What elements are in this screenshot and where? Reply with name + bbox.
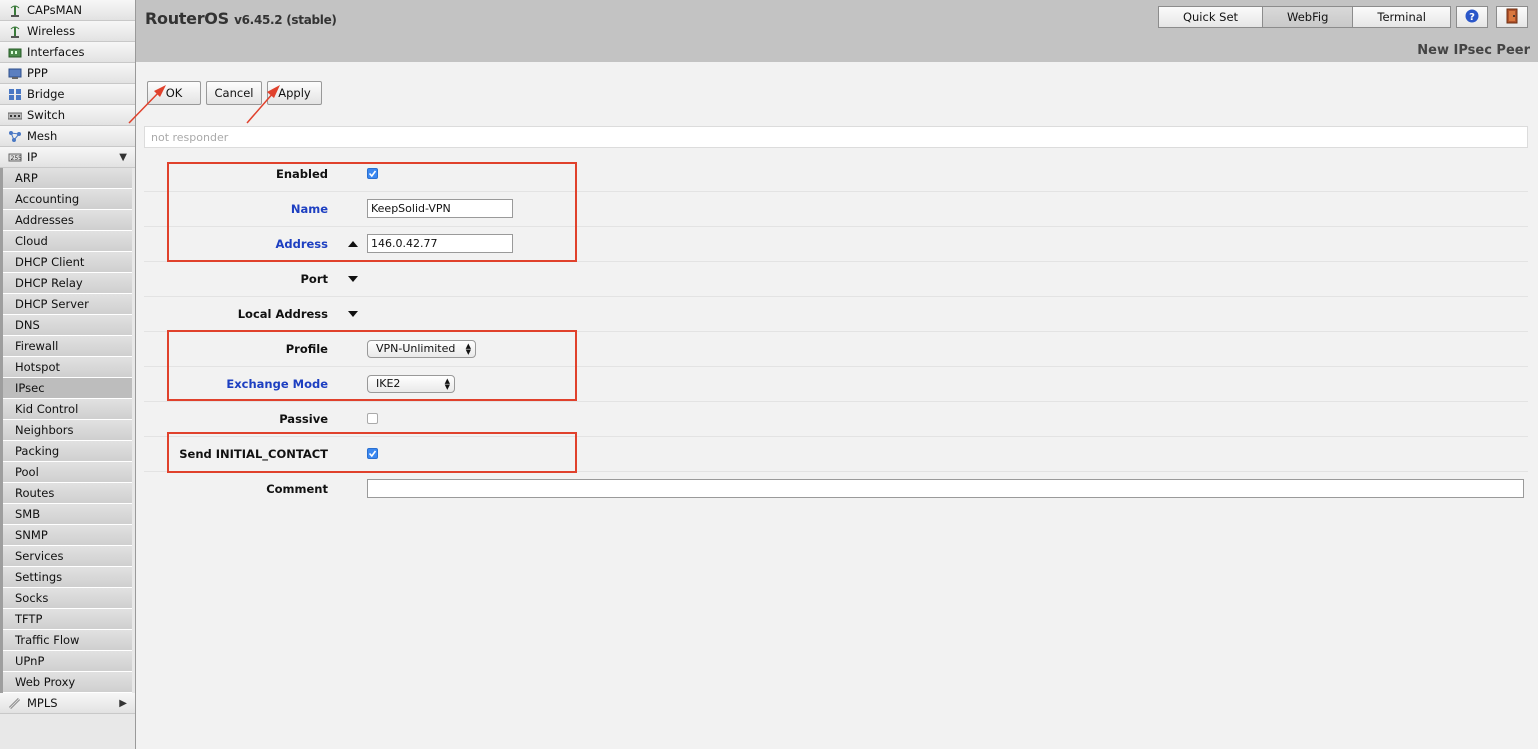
sidebar-item-label: Interfaces bbox=[27, 45, 85, 59]
annotation-box-enabled-name-address bbox=[167, 162, 577, 262]
annotation-arrow-apply bbox=[246, 85, 280, 124]
passive-label: Passive bbox=[279, 412, 328, 426]
sidebar-item-arp[interactable]: ARP bbox=[3, 168, 132, 189]
header-tabs: Quick Set WebFig Terminal bbox=[1157, 6, 1451, 28]
tab-terminal[interactable]: Terminal bbox=[1353, 6, 1451, 28]
comment-label: Comment bbox=[266, 482, 328, 496]
passive-checkbox[interactable] bbox=[367, 413, 378, 424]
ip-icon: 255 bbox=[8, 151, 22, 164]
sidebar-item-traffic-flow[interactable]: Traffic Flow bbox=[3, 630, 132, 651]
annotation-box-initial-contact bbox=[167, 432, 577, 473]
page-heading: New IPsec Peer bbox=[1417, 43, 1530, 58]
form-row-comment: Comment bbox=[144, 471, 1528, 506]
port-label: Port bbox=[300, 272, 329, 286]
sidebar-item-neighbors[interactable]: Neighbors bbox=[3, 420, 132, 441]
sidebar-item-firewall[interactable]: Firewall bbox=[3, 336, 132, 357]
sidebar-item-dhcp-client[interactable]: DHCP Client bbox=[3, 252, 132, 273]
expanded-arrow-icon: ▼ bbox=[119, 151, 127, 163]
sidebar-item-tftp[interactable]: TFTP bbox=[3, 609, 132, 630]
sidebar-item-hotspot[interactable]: Hotspot bbox=[3, 357, 132, 378]
sidebar-item-accounting[interactable]: Accounting bbox=[3, 189, 132, 210]
sidebar-item-cloud[interactable]: Cloud bbox=[3, 231, 132, 252]
sidebar-item-web-proxy[interactable]: Web Proxy bbox=[3, 672, 132, 693]
svg-text:?: ? bbox=[1469, 12, 1475, 23]
expand-triangle-icon[interactable] bbox=[348, 310, 358, 317]
form-row-local-address: Local Address bbox=[144, 296, 1528, 332]
sidebar-item-label: Wireless bbox=[27, 24, 76, 38]
annotation-arrow-ok bbox=[128, 85, 166, 124]
sidebar-item-kid-control[interactable]: Kid Control bbox=[3, 399, 132, 420]
sidebar-item-ip[interactable]: 255 IP ▼ bbox=[0, 147, 135, 168]
sidebar-item-label: MPLS bbox=[27, 696, 58, 710]
sidebar-item-services[interactable]: Services bbox=[3, 546, 132, 567]
comment-textarea[interactable] bbox=[367, 479, 1524, 498]
sidebar-item-pool[interactable]: Pool bbox=[3, 462, 132, 483]
mesh-icon bbox=[8, 130, 22, 143]
tab-webfig[interactable]: WebFig bbox=[1263, 6, 1354, 28]
sidebar-item-dhcp-server[interactable]: DHCP Server bbox=[3, 294, 132, 315]
sidebar-item-dhcp-relay[interactable]: DHCP Relay bbox=[3, 273, 132, 294]
sidebar-item-mesh[interactable]: Mesh bbox=[0, 126, 135, 147]
help-button[interactable]: ? bbox=[1456, 6, 1488, 28]
sidebar-item-wireless[interactable]: Wireless bbox=[0, 21, 135, 42]
sidebar-item-smb[interactable]: SMB bbox=[3, 504, 132, 525]
app-version: v6.45.2 (stable) bbox=[234, 13, 337, 27]
sidebar-item-mpls[interactable]: MPLS ▶ bbox=[0, 693, 135, 714]
local-address-label: Local Address bbox=[237, 307, 328, 321]
bridge-icon bbox=[8, 88, 22, 101]
interfaces-icon bbox=[8, 46, 22, 59]
sidebar-item-dns[interactable]: DNS bbox=[3, 315, 132, 336]
logout-door-icon bbox=[1505, 8, 1519, 27]
sidebar-item-label: Bridge bbox=[27, 87, 65, 101]
sidebar-item-snmp[interactable]: SNMP bbox=[3, 525, 132, 546]
sidebar-item-interfaces[interactable]: Interfaces bbox=[0, 42, 135, 63]
wireless-antenna-icon bbox=[8, 25, 22, 38]
sidebar-item-label: Mesh bbox=[27, 129, 58, 143]
ppp-icon bbox=[8, 67, 22, 80]
sidebar-item-label: IP bbox=[27, 150, 38, 164]
ip-submenu: ARP Accounting Addresses Cloud DHCP Clie… bbox=[0, 168, 135, 693]
sidebar-item-capsman[interactable]: CAPsMAN bbox=[0, 0, 135, 21]
sidebar-item-settings[interactable]: Settings bbox=[3, 567, 132, 588]
sidebar-item-routes[interactable]: Routes bbox=[3, 483, 132, 504]
sidebar-item-ipsec[interactable]: IPsec bbox=[3, 378, 132, 399]
header-bar: RouterOS v6.45.2 (stable) Quick Set WebF… bbox=[136, 0, 1538, 62]
sidebar-item-ppp[interactable]: PPP bbox=[0, 63, 135, 84]
main-content: OK Cancel Apply not responder Enabled Na… bbox=[128, 62, 1538, 749]
status-bar: not responder bbox=[144, 126, 1528, 148]
expand-triangle-icon[interactable] bbox=[348, 275, 358, 282]
collapsed-arrow-icon: ▶ bbox=[119, 697, 127, 709]
sidebar-item-bridge[interactable]: Bridge bbox=[0, 84, 135, 105]
sidebar-item-packing[interactable]: Packing bbox=[3, 441, 132, 462]
mpls-icon bbox=[8, 697, 22, 710]
capsman-antenna-icon bbox=[8, 4, 22, 17]
app-name: RouterOS bbox=[145, 9, 229, 28]
logout-button[interactable] bbox=[1496, 6, 1528, 28]
switch-icon bbox=[7, 109, 23, 122]
help-icon: ? bbox=[1465, 9, 1479, 26]
annotation-box-profile-exchange bbox=[167, 330, 577, 401]
svg-text:255: 255 bbox=[11, 155, 23, 162]
sidebar-item-addresses[interactable]: Addresses bbox=[3, 210, 132, 231]
sidebar-item-switch[interactable]: Switch bbox=[0, 105, 135, 126]
sidebar-item-label: Switch bbox=[27, 108, 66, 122]
sidebar-item-label: CAPsMAN bbox=[27, 3, 83, 17]
sidebar-menu: CAPsMAN Wireless Interfaces PPP Bridge S… bbox=[0, 0, 136, 749]
sidebar-item-socks[interactable]: Socks bbox=[3, 588, 132, 609]
sidebar-item-label: PPP bbox=[27, 66, 48, 80]
sidebar-item-upnp[interactable]: UPnP bbox=[3, 651, 132, 672]
tab-quick-set[interactable]: Quick Set bbox=[1157, 6, 1264, 28]
form-row-port: Port bbox=[144, 261, 1528, 297]
app-title: RouterOS v6.45.2 (stable) bbox=[145, 9, 337, 28]
